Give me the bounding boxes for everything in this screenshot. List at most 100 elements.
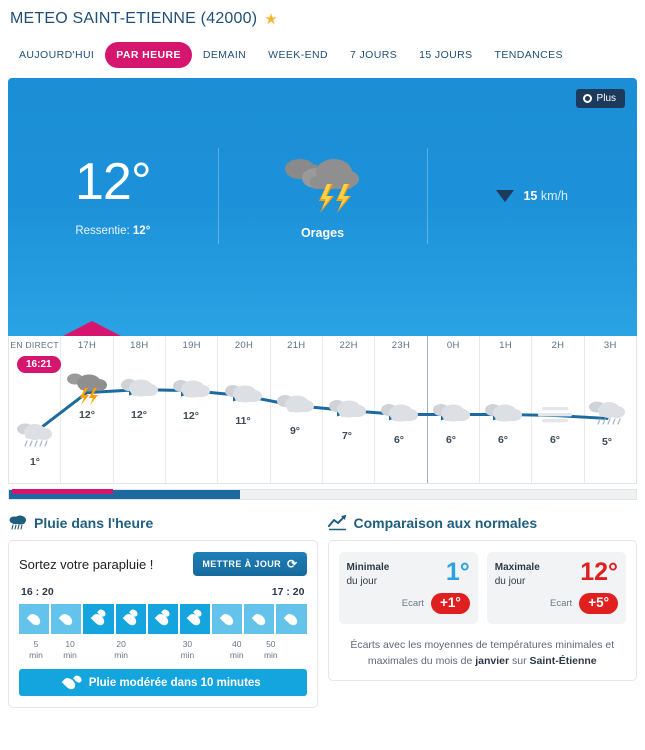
hour-label: 19H	[182, 340, 201, 351]
feels-like-value: 12°	[132, 224, 151, 237]
current-condition-block: Orages	[217, 126, 428, 266]
wind-value: 15 km/h	[523, 189, 567, 203]
minute-tick-50: 50 min	[263, 639, 278, 660]
minute-tick-10: 10 min	[63, 639, 77, 660]
normals-max-value: 12°	[580, 558, 618, 586]
hour-icon-3h	[585, 398, 629, 435]
cloudy-icon	[381, 404, 418, 422]
hourly-forecast-strip[interactable]: EN DIRECT 17H 18H 19H 20H 21H 22H 23H 0H…	[8, 336, 637, 484]
tab-tendances[interactable]: TENDANCES	[484, 42, 574, 68]
hour-temp-20h: 11°	[235, 415, 251, 427]
tab-demain[interactable]: DEMAIN	[192, 42, 257, 68]
normals-min-value: 1°	[445, 558, 470, 586]
rain-section: Pluie dans l'heure Sortez votre paraplui…	[8, 514, 318, 709]
chart-line-icon	[327, 515, 346, 531]
normals-max-ecart: Ecart +5°	[495, 593, 618, 614]
rain-cell-3	[83, 604, 114, 634]
rain-headline: Sortez votre parapluie !	[19, 556, 154, 572]
tab-15-jours[interactable]: 15 JOURS	[408, 42, 483, 68]
tab-week-end[interactable]: WEEK-END	[257, 42, 339, 68]
refresh-icon: ⟳	[287, 557, 298, 571]
hour-label: 3H	[603, 340, 617, 351]
wind-row: 15 km/h	[496, 189, 568, 203]
cloudy-icon	[173, 380, 210, 398]
normals-note: Écarts avec les moyennes de températures…	[339, 637, 627, 670]
cloudy-icon	[121, 379, 158, 397]
hour-icon-22h	[325, 397, 369, 428]
feels-like-label: Ressentie:	[75, 224, 130, 237]
rain-cell-8	[244, 604, 275, 634]
rain-section-title: Pluie dans l'heure	[34, 514, 154, 531]
strip-scroll-area	[8, 489, 637, 500]
hour-label: 23H	[391, 340, 411, 351]
live-time-badge: 16:21	[17, 356, 61, 373]
hour-temp-2h: 6°	[549, 434, 561, 446]
update-button[interactable]: METTRE À JOUR ⟳	[193, 552, 307, 576]
rain-time-range: 16 : 20 17 : 20	[21, 586, 305, 598]
rain-cell-4	[115, 604, 146, 634]
hour-label: 22H	[339, 340, 358, 351]
drop-icon	[26, 611, 42, 627]
hour-label: 20H	[234, 340, 254, 351]
hour-icon-23h	[377, 401, 421, 432]
hour-icon-2h	[533, 404, 577, 431]
tab-7-jours[interactable]: 7 JOURS	[339, 42, 408, 68]
normals-min-box: Minimale du jour 1° Ecart +1°	[338, 552, 478, 624]
update-button-label: METTRE À JOUR	[202, 559, 282, 569]
rain-cell-1	[19, 604, 50, 634]
minute-tick-5: 5 min	[29, 639, 43, 660]
drop-icon	[283, 611, 300, 627]
plus-button[interactable]: Plus	[575, 89, 625, 108]
tab-aujourdhui[interactable]: AUJOURD'HUI	[8, 42, 105, 68]
plus-circle-icon	[582, 94, 592, 103]
page-title-text: METEO SAINT-ETIENNE (42000)	[10, 10, 258, 27]
normals-max-label-strong: Maximale	[494, 562, 540, 573]
rain-icon	[17, 423, 52, 447]
normals-section: Comparaison aux normales Minimale du jou…	[327, 514, 637, 708]
current-weather-panel: Plus 12° Ressentie: 12° Orages 15 km/h	[8, 78, 637, 336]
cloudy-icon	[329, 400, 366, 418]
current-wind-block: 15 km/h	[427, 126, 637, 266]
rain-start-time: 16 : 20	[21, 586, 54, 598]
rain-cloud-icon	[9, 515, 26, 530]
rain-forecast-banner[interactable]: Pluie modérée dans 10 minutes	[19, 669, 307, 697]
star-icon[interactable]: ★	[264, 12, 278, 27]
selected-hour-marker	[63, 321, 121, 336]
rain-banner-text: Pluie modérée dans 10 minutes	[88, 676, 261, 689]
normals-min-label-rest: du jour	[346, 575, 378, 587]
normals-max-box: Maximale du jour 12° Ecart +5°	[486, 552, 626, 624]
thunderstorm-icon	[67, 373, 107, 405]
drop-icon	[251, 611, 268, 627]
tab-par-heure[interactable]: PAR HEURE	[105, 42, 192, 68]
normals-min-label: Minimale du jour	[347, 561, 390, 588]
hour-icon-19h	[169, 377, 213, 408]
rain-drops-icon	[61, 674, 83, 692]
normals-min-top: Minimale du jour 1°	[347, 558, 470, 588]
hour-temp-18h: 12°	[131, 409, 147, 421]
normals-min-label-strong: Minimale	[346, 562, 390, 573]
rain-cell-5	[147, 604, 178, 634]
rain-intensity-bars	[19, 604, 307, 634]
normals-max-ecart-value: +5°	[579, 593, 618, 614]
current-temperature-block: 12° Ressentie: 12°	[8, 126, 218, 266]
wind-unit: km/h	[540, 189, 568, 203]
rain-cell-7	[212, 604, 243, 634]
normals-section-title: Comparaison aux normales	[353, 514, 538, 531]
normals-max-top: Maximale du jour 12°	[494, 558, 618, 588]
bottom-sections: Pluie dans l'heure Sortez votre paraplui…	[0, 500, 645, 709]
condition-label: Orages	[300, 226, 345, 240]
thunderstorm-icon	[284, 159, 359, 213]
hour-temp-3h: 5°	[601, 436, 613, 448]
tab-bar: AUJOURD'HUI PAR HEURE DEMAIN WEEK-END 7 …	[0, 28, 645, 78]
hour-temp-19h: 12°	[183, 410, 199, 422]
hour-temp-22h: 7°	[341, 430, 353, 442]
normals-note-month: janvier	[475, 655, 510, 668]
rain-section-header: Pluie dans l'heure	[8, 514, 318, 531]
hour-label: 0H	[446, 340, 460, 351]
rain-end-time: 17 : 20	[271, 586, 305, 598]
rain-card-header: Sortez votre parapluie ! METTRE À JOUR ⟳	[19, 552, 307, 576]
wind-arrow-south-icon	[496, 190, 515, 202]
hour-icon-0h	[429, 401, 473, 432]
hour-temp-17h: 12°	[79, 409, 95, 421]
current-conditions-row: 12° Ressentie: 12° Orages 15 km/h	[8, 126, 637, 266]
